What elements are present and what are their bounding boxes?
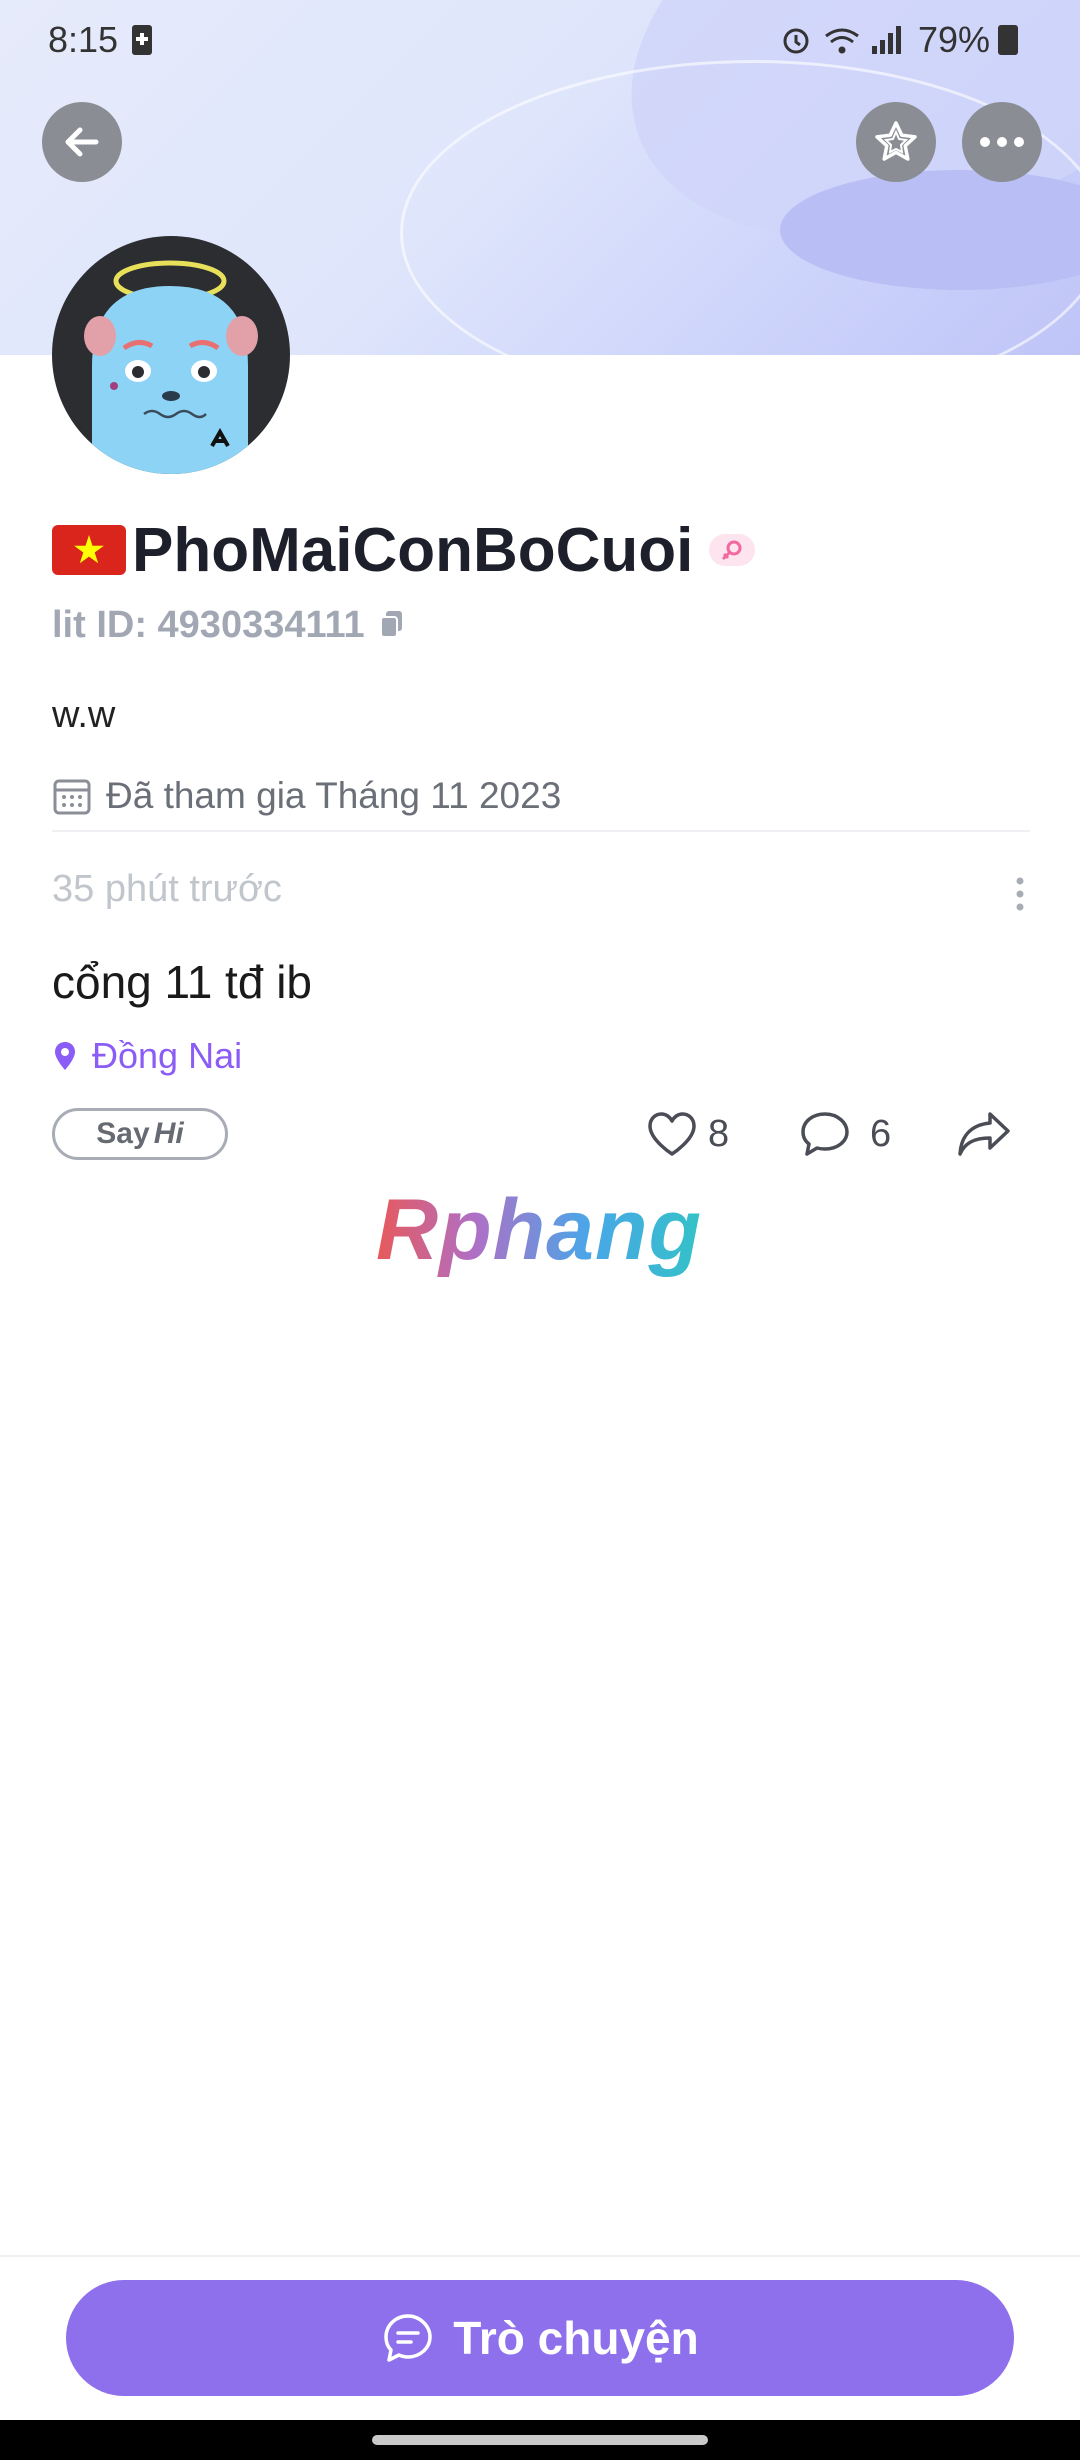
signal-icon: [872, 26, 901, 54]
section-divider: [52, 830, 1030, 832]
copy-icon[interactable]: [377, 608, 407, 642]
say-label: Say: [96, 1117, 150, 1150]
back-arrow-icon: [65, 127, 99, 157]
favorite-button[interactable]: [856, 102, 936, 182]
chat-button-label: Trò chuyện: [453, 2312, 699, 2364]
location-text: Đồng Nai: [92, 1035, 243, 1076]
post-time: 35 phút trước: [52, 868, 282, 910]
status-time: 8:15: [48, 19, 119, 60]
gender-female-badge: [709, 534, 756, 566]
back-button[interactable]: [42, 102, 122, 182]
heart-icon: [648, 1112, 696, 1156]
vietnam-flag-icon: [52, 525, 126, 575]
profile-name-row: PhoMaiConBoCuoi: [52, 510, 756, 590]
username: PhoMaiConBoCuoi: [132, 515, 694, 585]
post-more-icon[interactable]: [1014, 876, 1026, 912]
like-count: 8: [708, 1112, 730, 1155]
hi-label: Hi: [153, 1117, 184, 1150]
post-text: cổng 11 tđ ib: [52, 956, 313, 1008]
star-icon: [875, 121, 917, 161]
battery-saver-icon: [132, 25, 153, 55]
comment-icon: [801, 1112, 849, 1156]
like-button[interactable]: 8: [646, 1102, 729, 1166]
lit-id-row: lit ID: 4930334111: [52, 598, 407, 652]
status-bar-left: 8:15: [48, 10, 153, 70]
chat-icon: [384, 2314, 433, 2362]
female-icon: [722, 540, 742, 561]
watermark-text: Rphang: [376, 1181, 703, 1278]
joined-row: Đã tham gia Tháng 11 2023: [52, 768, 561, 824]
bio-text: w.w: [52, 694, 116, 736]
more-button[interactable]: [962, 102, 1042, 182]
status-bar-right: 79%: [780, 10, 1019, 70]
joined-text: Đã tham gia Tháng 11 2023: [106, 775, 562, 816]
post-location[interactable]: Đồng Nai: [52, 1030, 242, 1082]
wifi-icon: [825, 28, 859, 54]
location-pin-icon: [55, 1042, 75, 1070]
more-icon: [980, 137, 1024, 147]
watermark: Rphang: [376, 1180, 702, 1280]
calendar-icon: [53, 779, 91, 815]
battery-icon: [998, 25, 1019, 55]
avatar[interactable]: [52, 236, 290, 474]
alarm-icon: [783, 28, 809, 54]
say-hi-button[interactable]: Say Hi: [52, 1108, 228, 1160]
share-icon[interactable]: [956, 1108, 1014, 1158]
lit-id: lit ID: 4930334111: [52, 603, 365, 646]
comment-button[interactable]: 6: [798, 1102, 891, 1166]
home-gesture-handle[interactable]: [372, 2435, 708, 2445]
avatar-illustration: [84, 260, 258, 474]
comment-count: 6: [870, 1112, 892, 1155]
chat-button[interactable]: Trò chuyện: [66, 2280, 1014, 2396]
bottom-divider: [0, 2255, 1080, 2257]
battery-percent: 79%: [918, 19, 991, 60]
